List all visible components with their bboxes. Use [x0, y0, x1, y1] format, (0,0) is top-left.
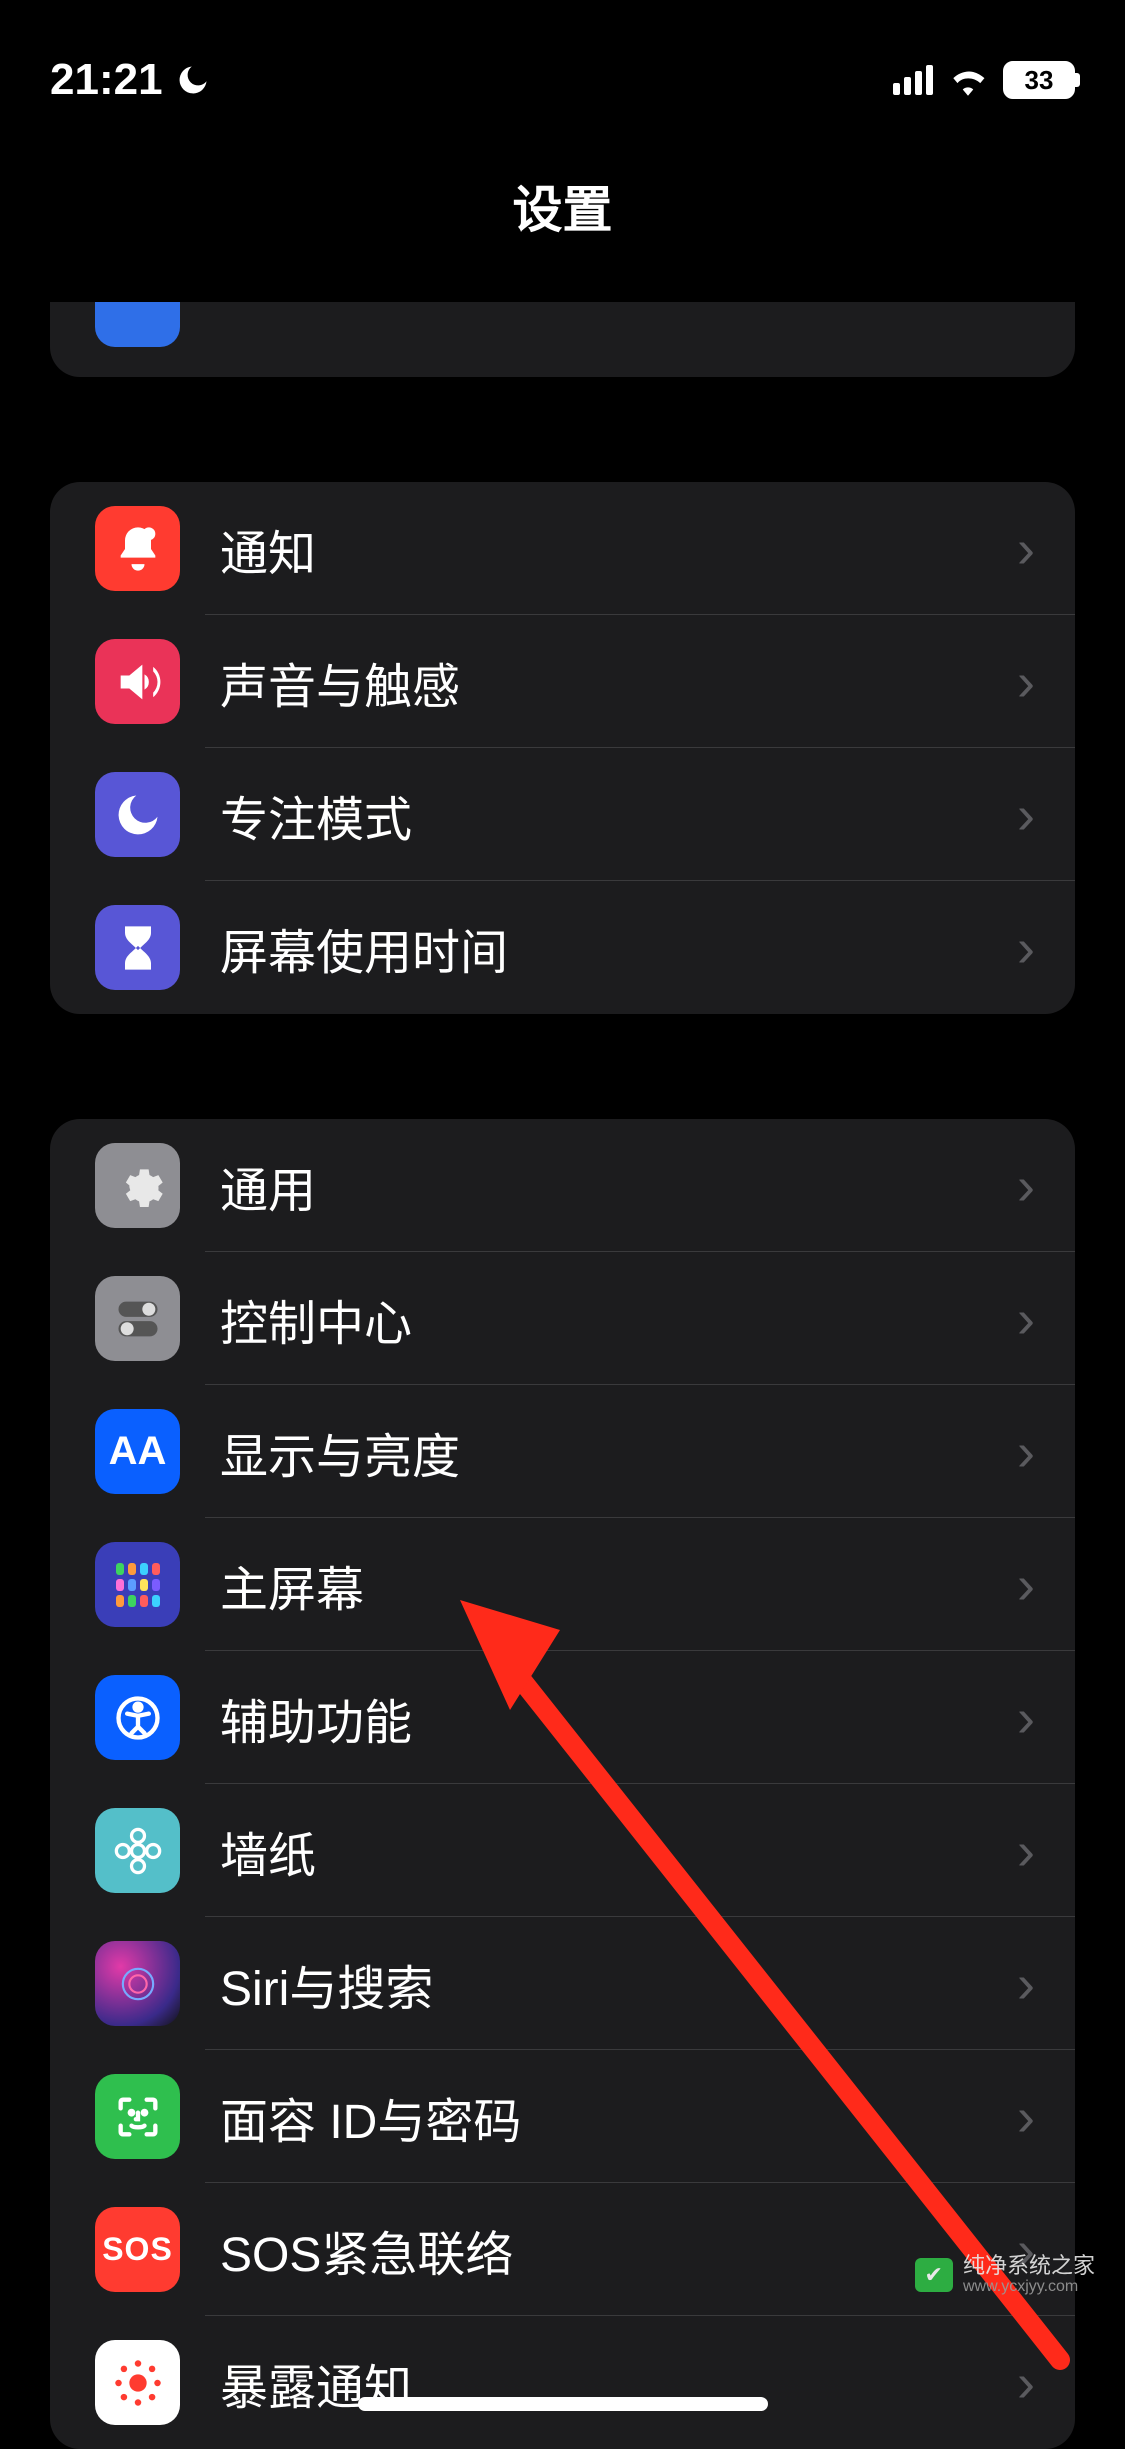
faceid-icon [95, 2074, 180, 2159]
battery-percentage: 33 [1025, 65, 1054, 96]
row-siri[interactable]: Siri与搜索 › [50, 1917, 1075, 2050]
partial-group-above [50, 302, 1075, 377]
chevron-right-icon: › [1017, 1288, 1035, 1350]
chevron-right-icon: › [1017, 651, 1035, 713]
status-left: 21:21 [50, 55, 211, 105]
chevron-right-icon: › [1017, 518, 1035, 580]
accessibility-icon [95, 1675, 180, 1760]
row-faceid[interactable]: 面容 ID与密码 › [50, 2050, 1075, 2183]
moon-icon [175, 62, 211, 98]
row-accessibility[interactable]: 辅助功能 › [50, 1651, 1075, 1784]
row-label: 辅助功能 [220, 1683, 1017, 1753]
settings-group-2: 通用 › 控制中心 › AA 显示与亮度 › 主屏幕 › 辅助功能 › [50, 1119, 1075, 2449]
row-home-screen[interactable]: 主屏幕 › [50, 1518, 1075, 1651]
sos-icon: SOS [95, 2207, 180, 2292]
app-grid-icon [95, 1542, 180, 1627]
bell-icon [95, 506, 180, 591]
row-notifications[interactable]: 通知 › [50, 482, 1075, 615]
row-label: 控制中心 [220, 1284, 1017, 1354]
row-label: Siri与搜索 [220, 1949, 1017, 2019]
row-label: 专注模式 [220, 780, 1017, 850]
row-exposure[interactable]: 暴露通知 › [50, 2316, 1075, 2449]
chevron-right-icon: › [1017, 1155, 1035, 1217]
chevron-right-icon: › [1017, 784, 1035, 846]
partial-icon [95, 302, 180, 347]
row-sounds[interactable]: 声音与触感 › [50, 615, 1075, 748]
row-label: SOS紧急联络 [220, 2215, 1017, 2285]
flower-icon [95, 1808, 180, 1893]
row-general[interactable]: 通用 › [50, 1119, 1075, 1252]
hourglass-icon [95, 905, 180, 990]
row-label: 主屏幕 [220, 1550, 1017, 1620]
wifi-icon [947, 64, 989, 96]
moon-icon [95, 772, 180, 857]
row-label: 通用 [220, 1151, 1017, 1221]
row-label: 声音与触感 [220, 647, 1017, 717]
home-indicator[interactable] [358, 2397, 768, 2411]
settings-group-1: 通知 › 声音与触感 › 专注模式 › 屏幕使用时间 › [50, 482, 1075, 1014]
chevron-right-icon: › [1017, 1421, 1035, 1483]
row-control-center[interactable]: 控制中心 › [50, 1252, 1075, 1385]
watermark-badge: ✔ [915, 2258, 953, 2292]
row-label: 墙纸 [220, 1816, 1017, 1886]
status-time: 21:21 [50, 55, 163, 105]
row-display[interactable]: AA 显示与亮度 › [50, 1385, 1075, 1518]
chevron-right-icon: › [1017, 2086, 1035, 2148]
gear-icon [95, 1143, 180, 1228]
speaker-icon [95, 639, 180, 724]
row-label: 屏幕使用时间 [220, 913, 1017, 983]
chevron-right-icon: › [1017, 1953, 1035, 2015]
chevron-right-icon: › [1017, 2352, 1035, 2414]
status-right: 33 [893, 61, 1075, 99]
page-title: 设置 [0, 140, 1125, 302]
watermark: ✔ 纯净系统之家 www.ycxjyy.com [915, 2254, 1095, 2296]
watermark-url: www.ycxjyy.com [963, 2278, 1095, 2296]
row-label: 通知 [220, 514, 1017, 584]
battery-icon: 33 [1003, 61, 1075, 99]
exposure-icon [95, 2340, 180, 2425]
row-sos[interactable]: SOS SOS紧急联络 › [50, 2183, 1075, 2316]
chevron-right-icon: › [1017, 1554, 1035, 1616]
chevron-right-icon: › [1017, 1687, 1035, 1749]
row-wallpaper[interactable]: 墙纸 › [50, 1784, 1075, 1917]
chevron-right-icon: › [1017, 917, 1035, 979]
row-label: 显示与亮度 [220, 1417, 1017, 1487]
row-focus[interactable]: 专注模式 › [50, 748, 1075, 881]
chevron-right-icon: › [1017, 1820, 1035, 1882]
text-size-icon: AA [95, 1409, 180, 1494]
status-bar: 21:21 33 [0, 0, 1125, 140]
siri-icon [95, 1941, 180, 2026]
cellular-icon [893, 65, 933, 95]
toggles-icon [95, 1276, 180, 1361]
row-screentime[interactable]: 屏幕使用时间 › [50, 881, 1075, 1014]
watermark-text: 纯净系统之家 [963, 2254, 1095, 2278]
row-label: 面容 ID与密码 [220, 2082, 1017, 2152]
